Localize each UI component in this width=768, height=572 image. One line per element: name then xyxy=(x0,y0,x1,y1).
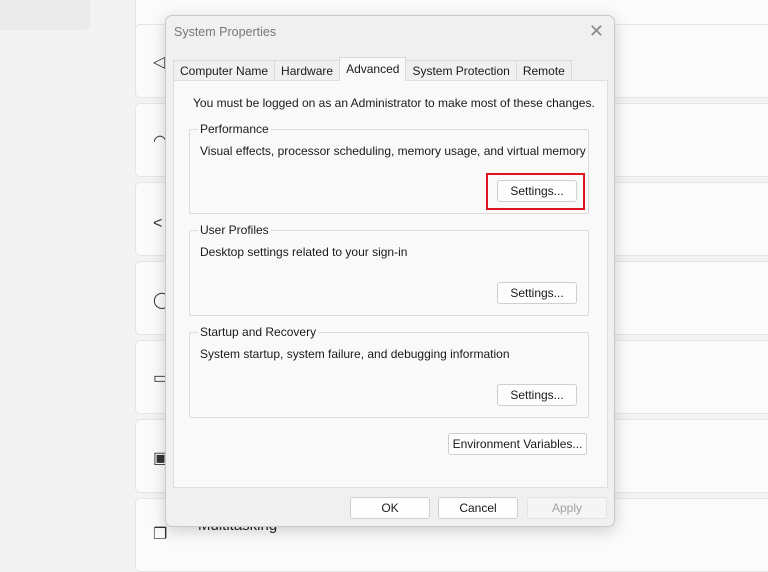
apply-button[interactable]: Apply xyxy=(527,497,607,519)
group-description: Visual effects, processor scheduling, me… xyxy=(200,144,586,158)
group-description: System startup, system failure, and debu… xyxy=(200,347,510,361)
group-label: User Profiles xyxy=(198,223,271,237)
sidebar-card xyxy=(0,0,90,30)
user-profiles-settings-button[interactable]: Settings... xyxy=(497,282,577,304)
advanced-panel: You must be logged on as an Administrato… xyxy=(173,80,608,488)
share-icon: < xyxy=(153,215,163,232)
multitasking-icon: ❐ xyxy=(153,526,168,543)
highlight-box xyxy=(486,173,585,210)
close-icon[interactable]: ✕ xyxy=(589,21,604,42)
tab-computer-name[interactable]: Computer Name xyxy=(173,60,276,81)
performance-group: Performance Visual effects, processor sc… xyxy=(189,122,589,214)
speaker-icon: ◁ xyxy=(153,54,166,71)
environment-variables-button[interactable]: Environment Variables... xyxy=(448,433,587,455)
ok-button[interactable]: OK xyxy=(350,497,430,519)
system-properties-dialog: System Properties ✕ Computer Name Hardwa… xyxy=(165,15,615,527)
tab-remote[interactable]: Remote xyxy=(515,60,572,81)
tab-hardware[interactable]: Hardware xyxy=(274,60,341,81)
cancel-button[interactable]: Cancel xyxy=(438,497,518,519)
group-label: Performance xyxy=(198,122,271,136)
group-label: Startup and Recovery xyxy=(198,325,319,339)
startup-recovery-group: Startup and Recovery System startup, sys… xyxy=(189,325,589,418)
startup-settings-button[interactable]: Settings... xyxy=(497,384,577,406)
group-description: Desktop settings related to your sign-in xyxy=(200,245,408,259)
tab-system-protection[interactable]: System Protection xyxy=(405,60,517,81)
admin-note: You must be logged on as an Administrato… xyxy=(193,96,595,110)
user-profiles-group: User Profiles Desktop settings related t… xyxy=(189,223,589,316)
tab-bar: Computer Name Hardware Advanced System P… xyxy=(173,57,572,81)
tab-advanced[interactable]: Advanced xyxy=(339,57,407,81)
dialog-title: System Properties xyxy=(174,25,277,39)
